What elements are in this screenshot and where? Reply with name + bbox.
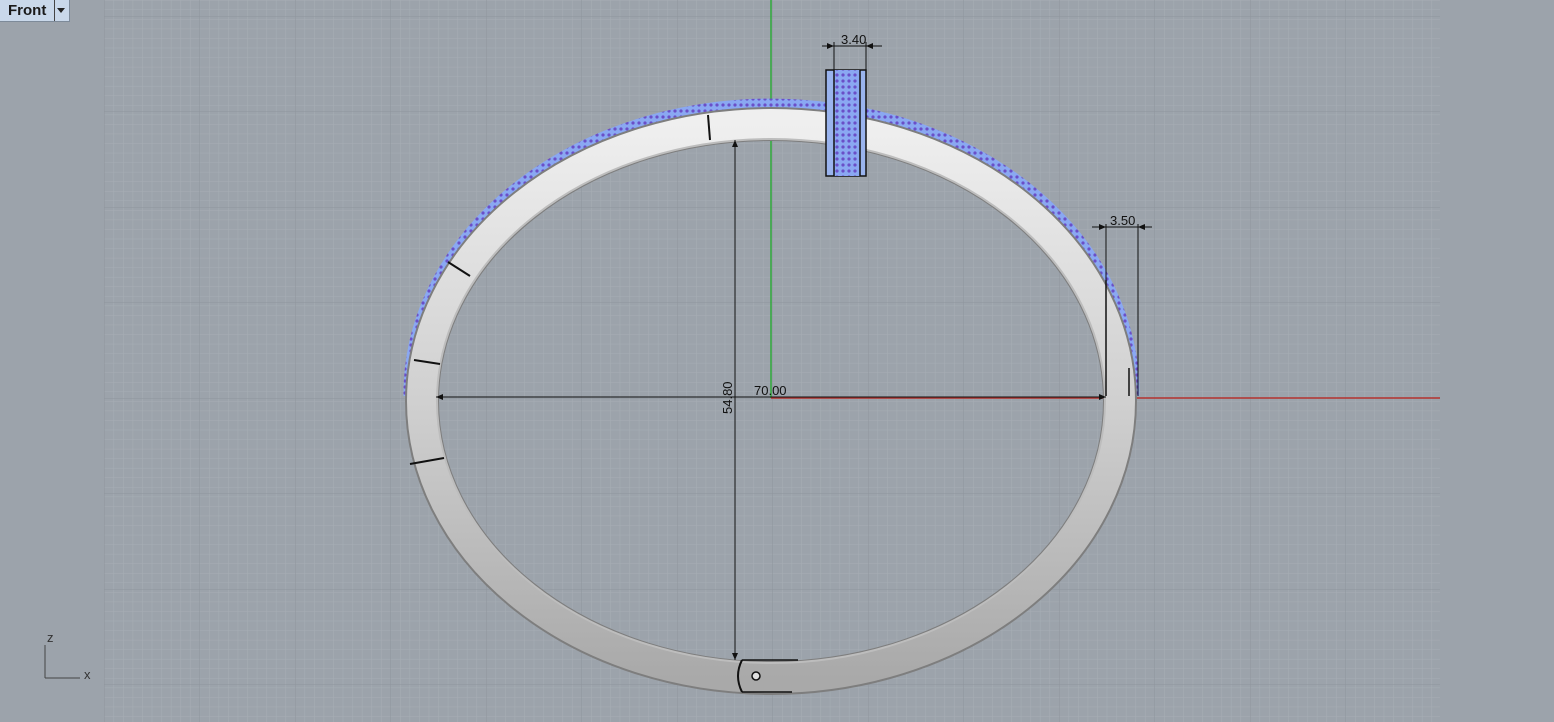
dim-top-text[interactable]: 3.40 — [841, 32, 866, 47]
dim-side-text[interactable]: 3.50 — [1110, 213, 1135, 228]
triangle-down-icon[interactable] — [54, 0, 67, 21]
dim-vertical-text[interactable]: 54.80 — [720, 381, 735, 414]
gem-bar-pave — [834, 70, 860, 176]
axis-triad: z x — [44, 630, 91, 682]
viewport-title-tab[interactable]: Front — [0, 0, 71, 22]
dim-horizontal-text[interactable]: 70.00 — [754, 383, 787, 398]
clasp-pin — [751, 671, 761, 681]
front-viewport-canvas[interactable]: 70.00 54.80 3.40 3.50 z x — [0, 0, 1554, 722]
axis-x-label: x — [84, 667, 91, 682]
viewport-title[interactable]: Front — [0, 0, 54, 21]
axis-z-label: z — [47, 630, 54, 645]
